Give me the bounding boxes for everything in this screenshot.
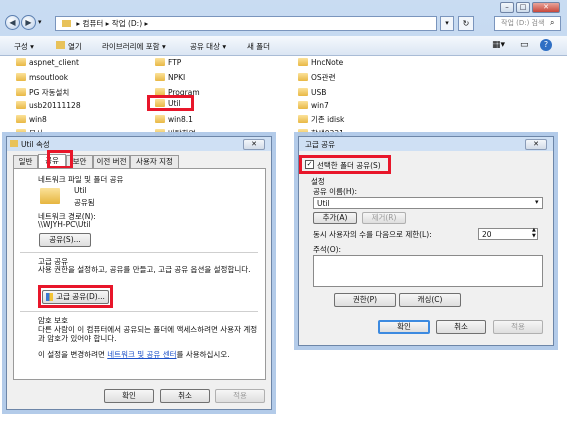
highlight-sharing-tab xyxy=(47,150,73,169)
folder-item[interactable]: PG 자동설치 xyxy=(16,87,69,98)
folder-item[interactable]: FTP xyxy=(155,57,181,68)
advanced-sharing-description: 사용 권한을 설정하고, 공유를 만들고, 고급 공유 옵션을 설정합니다. xyxy=(38,265,251,274)
folder-item[interactable]: HncNote xyxy=(298,57,343,68)
advanced-sharing-close-button[interactable]: ✕ xyxy=(525,139,547,150)
share-folder-checkbox-label[interactable]: 선택한 폴더 공유(S) xyxy=(317,160,381,171)
preview-pane-icon[interactable]: ▭ xyxy=(520,40,529,50)
new-folder-button[interactable]: 새 폴더 xyxy=(247,41,270,52)
user-limit-label: 동시 사용자의 수를 다음으로 제한(L): xyxy=(313,230,432,239)
ok-button[interactable]: 확인 xyxy=(104,389,154,403)
advanced-sharing-dialog-title: 고급 공유 xyxy=(305,140,335,149)
share-button[interactable]: 공유(S)... xyxy=(39,233,91,247)
history-dropdown-icon[interactable]: ▾ xyxy=(38,18,42,26)
folder-icon xyxy=(62,20,71,27)
properties-close-button[interactable]: ✕ xyxy=(243,139,265,150)
address-dropdown-icon[interactable]: ▾ xyxy=(440,16,454,31)
password-change-text: 이 설정을 변경하려면 네트워크 및 공유 센터를 사용하십시오. xyxy=(38,350,230,359)
folder-item[interactable]: usb20111128 xyxy=(16,100,81,111)
breadcrumb-computer[interactable]: 컴퓨터 xyxy=(83,19,104,28)
network-sharing-center-link[interactable]: 네트워크 및 공유 센터 xyxy=(107,350,176,359)
share-name-select[interactable]: Util xyxy=(313,197,543,209)
network-share-section-title: 네트워크 파일 및 폴더 공유 xyxy=(38,175,124,184)
uac-shield-icon xyxy=(46,293,53,301)
folder-item[interactable]: win8.1 xyxy=(155,114,193,125)
folder-item[interactable]: USB xyxy=(298,87,326,98)
folder-item[interactable]: NPKI xyxy=(155,72,185,83)
back-icon[interactable]: ◀ xyxy=(5,15,20,30)
password-protection-description: 다른 사람이 이 컴퓨터에서 공유되는 폴더에 액세스하려면 사용자 계정과 암… xyxy=(38,325,258,343)
cancel-button[interactable]: 취소 xyxy=(436,320,486,334)
breadcrumb-drive[interactable]: 작업 (D:) xyxy=(112,19,142,28)
divider xyxy=(20,252,258,253)
permissions-button[interactable]: 권한(P) xyxy=(334,293,396,307)
organize-button[interactable]: 구성 ▾ xyxy=(14,41,34,52)
address-row: ◀ ▶ ▾ ▸ 컴퓨터 ▸ 작업 (D:) ▸ ▾ ↻ 작업 (D:) 검색 ⌕ xyxy=(0,12,567,34)
advanced-sharing-button[interactable]: 고급 공유(D)... xyxy=(42,290,109,304)
search-icon: ⌕ xyxy=(550,18,555,27)
chevron-down-icon: ▾ xyxy=(535,198,539,206)
apply-button[interactable]: 적용 xyxy=(215,389,265,403)
folder-item[interactable]: win7 xyxy=(298,100,329,111)
tab-customize[interactable]: 사용자 지정 xyxy=(130,155,179,168)
network-path-value: \\WJYH-PC\Util xyxy=(38,220,91,229)
tab-general[interactable]: 일반 xyxy=(13,155,38,168)
folder-item[interactable]: 기존 idisk xyxy=(298,114,344,125)
add-share-button[interactable]: 추가(A) xyxy=(313,212,357,224)
folder-item[interactable]: win8 xyxy=(16,114,47,125)
apply-button[interactable]: 적용 xyxy=(493,320,543,334)
tab-previous-versions[interactable]: 이전 버전 xyxy=(93,155,130,168)
user-limit-spinner[interactable]: 20 xyxy=(478,228,538,240)
remove-share-button[interactable]: 제거(R) xyxy=(362,212,406,224)
refresh-icon[interactable]: ↻ xyxy=(458,16,474,31)
explorer-toolbar: 구성 ▾ 열기 라이브러리에 포함 ▾ 공유 대상 ▾ 새 폴더 ▦▾ ▭ ? xyxy=(0,36,567,56)
caching-button[interactable]: 캐싱(C) xyxy=(399,293,461,307)
ok-button[interactable]: 확인 xyxy=(378,320,430,334)
include-library-button[interactable]: 라이브러리에 포함 ▾ xyxy=(102,41,166,52)
comment-label: 주석(O): xyxy=(313,245,342,254)
help-icon[interactable]: ? xyxy=(540,39,552,51)
properties-dialog-title: Util 속성 xyxy=(21,140,50,149)
share-name-label: 공유 이름(H): xyxy=(313,187,358,196)
divider xyxy=(20,311,258,312)
share-folder-checkbox[interactable]: ✓ xyxy=(305,160,314,169)
open-button[interactable]: 열기 xyxy=(68,41,82,52)
cancel-button[interactable]: 취소 xyxy=(160,389,210,403)
comment-textarea[interactable] xyxy=(313,255,543,287)
share-with-button[interactable]: 공유 대상 ▾ xyxy=(190,41,226,52)
spinner-arrows-icon[interactable]: ▲ ▼ xyxy=(532,227,536,239)
folder-item[interactable]: aspnet_client xyxy=(16,57,79,68)
folder-share-status: 공유됨 xyxy=(74,198,95,207)
folder-item[interactable]: OS관련 xyxy=(298,72,335,83)
folder-item-util[interactable]: Util xyxy=(155,98,181,109)
view-options-icon[interactable]: ▦▾ xyxy=(492,40,505,50)
open-folder-icon xyxy=(56,41,65,49)
folder-name: Util xyxy=(74,186,87,195)
folder-icon xyxy=(10,140,18,147)
forward-icon[interactable]: ▶ xyxy=(21,15,36,30)
shared-folder-icon xyxy=(40,188,60,204)
folder-item[interactable]: msoutlook xyxy=(16,72,68,83)
address-bar[interactable]: ▸ 컴퓨터 ▸ 작업 (D:) ▸ xyxy=(55,16,437,31)
